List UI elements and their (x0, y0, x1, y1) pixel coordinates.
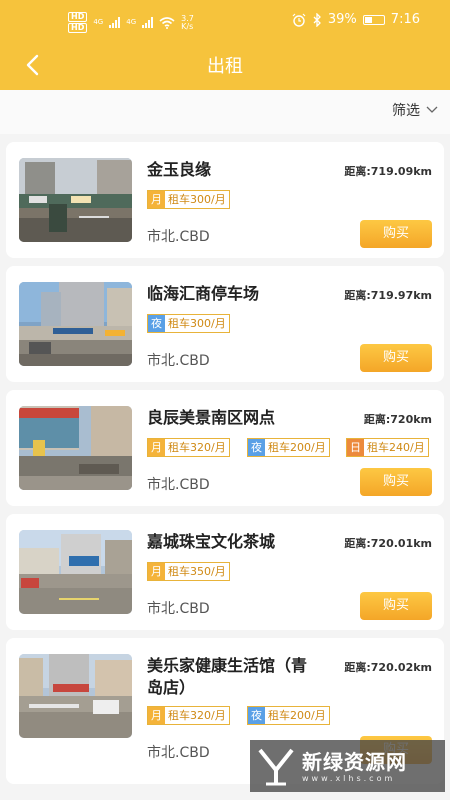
listing-name: 良辰美景南区网点 (147, 408, 276, 427)
listing-distance: 距离:719.09km (344, 165, 432, 178)
rate-tag: 月 租车350/月 (147, 562, 230, 581)
rate-tag: 日 租车240/月 (346, 438, 429, 457)
parking-photo (19, 406, 132, 490)
listing-name-line-1: 美乐家健康生活馆（青 (147, 656, 308, 675)
status-bar: HD HD 4G 4G 3.7 K/s 39% 7:16 (0, 0, 450, 40)
listing-name-line-2: 岛店） (147, 678, 196, 697)
rate-type: 月 (148, 191, 165, 208)
listing-location: 市北.CBD (147, 229, 210, 245)
signal-icon (109, 17, 121, 28)
chevron-down-icon (426, 106, 438, 113)
watermark-url: www.xlhs.com (302, 774, 396, 783)
listing-distance: 距离:720.01km (344, 537, 432, 550)
rate-text: 租车320/月 (168, 441, 226, 454)
clock: 7:16 (390, 12, 420, 27)
rate-tag: 月 租车320/月 (147, 438, 230, 457)
listing-location: 市北.CBD (147, 353, 210, 369)
battery-percent: 39% (327, 12, 357, 27)
net-speed-unit: K/s (181, 21, 194, 31)
signal-icon (142, 17, 154, 28)
listing-name: 美乐家健康生活馆（青 岛店） (147, 655, 307, 699)
listing-distance: 距离:719.97km (344, 289, 432, 302)
rate-type: 月 (148, 439, 165, 456)
watermark-logo-icon (258, 748, 294, 786)
rate-text: 租车240/月 (367, 441, 425, 454)
list-item[interactable]: 临海汇商停车场 距离:719.97km 夜 租车300/月 市北.CBD 购买 (6, 266, 444, 382)
rate-type: 夜 (248, 439, 265, 456)
rate-type: 月 (148, 707, 165, 724)
parking-photo (19, 654, 132, 738)
listing-location: 市北.CBD (147, 477, 210, 493)
rate-type: 日 (347, 439, 364, 456)
rate-text: 租车300/月 (168, 317, 226, 330)
watermark: 新绿资源网 www.xlhs.com (250, 740, 445, 792)
listing-distance: 距离:720.02km (344, 661, 432, 674)
listing-distance: 距离:720km (363, 413, 432, 426)
rate-tag: 夜 租车300/月 (147, 314, 230, 333)
sim1-badge: HD (68, 12, 88, 22)
listing-location: 市北.CBD (147, 745, 210, 761)
sim2-badge: HD (68, 23, 88, 33)
filter-label: 筛选 (392, 103, 420, 119)
battery-icon (362, 14, 385, 25)
list-item[interactable]: 金玉良缘 距离:719.09km 月 租车300/月 市北.CBD 购买 (6, 142, 444, 258)
list-item[interactable]: 良辰美景南区网点 距离:720km 月 租车320/月 夜 租车200/月 日 … (6, 390, 444, 506)
parking-photo (19, 158, 132, 242)
rate-text: 租车350/月 (168, 565, 226, 578)
listing-name: 临海汇商停车场 (147, 284, 260, 303)
listing-location: 市北.CBD (147, 601, 210, 617)
filter-button[interactable]: 筛选 (392, 100, 438, 120)
parking-photo (19, 530, 132, 614)
parking-photo (19, 282, 132, 366)
app-header: HD HD 4G 4G 3.7 K/s 39% 7:16 出租 (0, 0, 450, 90)
rate-type: 夜 (148, 315, 165, 332)
listing-name: 嘉城珠宝文化茶城 (147, 532, 276, 551)
rate-tag: 月 租车300/月 (147, 190, 230, 209)
buy-button[interactable]: 购买 (360, 468, 432, 496)
rate-type: 月 (148, 563, 165, 580)
status-left: HD HD 4G 4G 3.7 K/s (68, 12, 194, 33)
net-speed: 3.7 K/s (181, 14, 194, 31)
watermark-text: 新绿资源网 (302, 750, 407, 774)
rate-tag: 夜 租车200/月 (247, 438, 330, 457)
wifi-icon (159, 16, 175, 29)
buy-button[interactable]: 购买 (360, 220, 432, 248)
buy-button[interactable]: 购买 (360, 592, 432, 620)
rate-text: 租车300/月 (168, 193, 226, 206)
rate-text: 租车320/月 (168, 709, 226, 722)
rate-text: 租车200/月 (268, 441, 326, 454)
sim-indicators: HD HD (68, 12, 88, 33)
alarm-icon (292, 13, 306, 27)
rate-tag: 月 租车320/月 (147, 706, 230, 725)
net1-label: 4G (93, 18, 104, 26)
page-title: 出租 (207, 56, 243, 77)
status-right: 39% 7:16 (292, 12, 420, 27)
rate-type: 夜 (248, 707, 265, 724)
list-item[interactable]: 嘉城珠宝文化茶城 距离:720.01km 月 租车350/月 市北.CBD 购买 (6, 514, 444, 630)
net2-label: 4G (126, 18, 137, 26)
listing-name: 金玉良缘 (147, 160, 212, 179)
rate-text: 租车200/月 (268, 709, 326, 722)
buy-button[interactable]: 购买 (360, 344, 432, 372)
bluetooth-icon (313, 12, 321, 27)
filter-bar: 筛选 (0, 90, 450, 134)
rate-tag: 夜 租车200/月 (247, 706, 330, 725)
